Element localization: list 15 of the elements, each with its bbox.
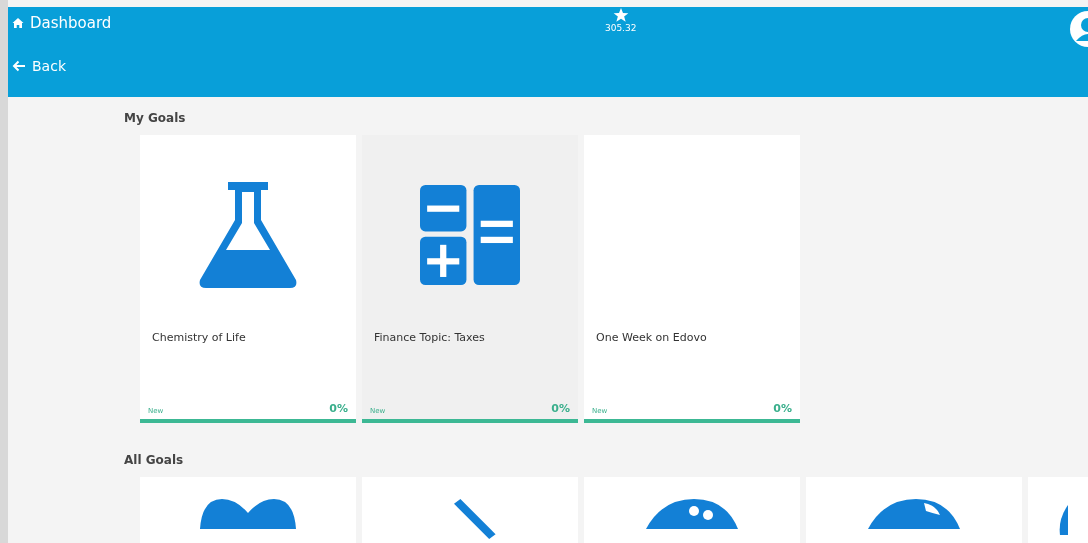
goal-title: One Week on Edovo [595,330,708,346]
star-icon [612,7,629,23]
heart-icon [198,499,298,529]
goal-title: Chemistry of Life [151,330,247,346]
home-icon [12,17,24,29]
goal-percent: 0% [551,402,570,415]
back-arrow-icon [12,60,26,72]
flask-icon [198,180,298,290]
section-heading: All Goals [124,453,185,467]
goal-icon [1058,505,1068,535]
goal-percent: 0% [773,402,792,415]
goal-title: Finance Topic: Taxes [373,330,486,346]
points-value: 305.32 [604,23,637,33]
goal-percent: 0% [329,402,348,415]
section-heading: My Goals [124,111,187,125]
